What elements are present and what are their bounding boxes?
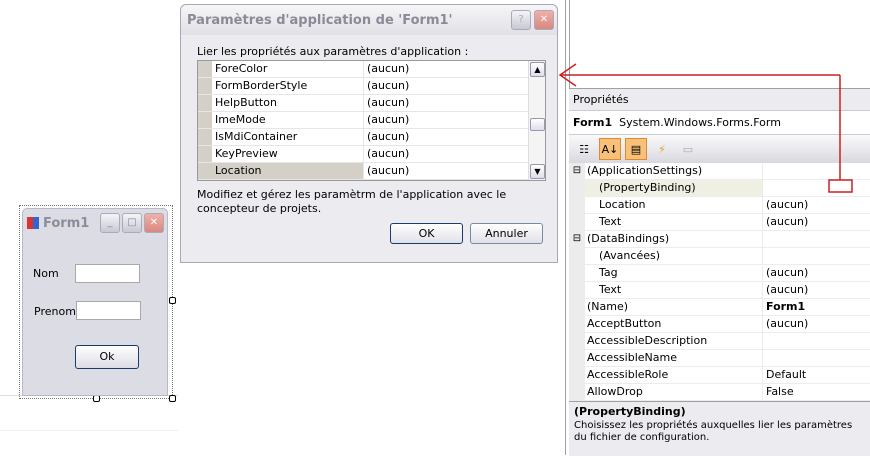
annotation-arrow: [558, 63, 853, 193]
annotation-box: [828, 179, 853, 193]
